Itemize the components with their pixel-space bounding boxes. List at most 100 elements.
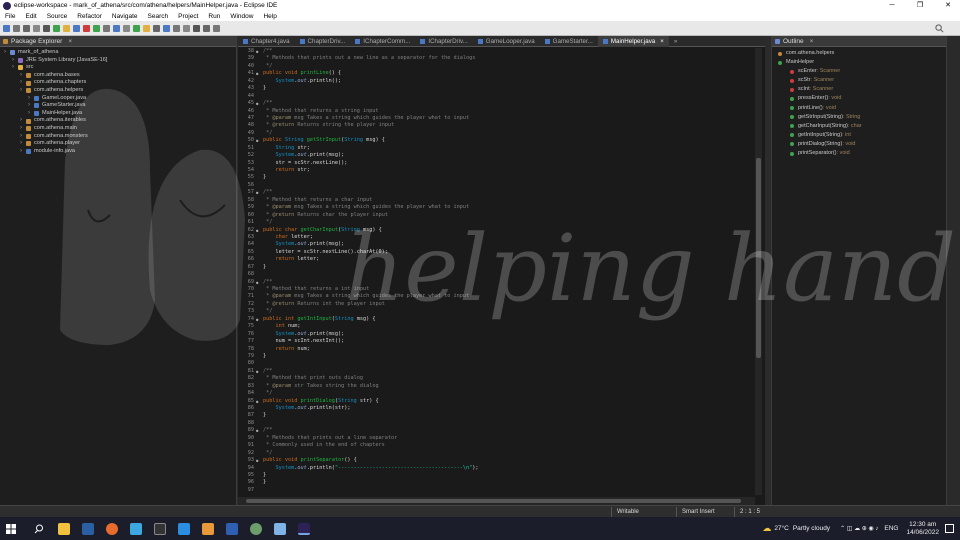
code-line[interactable]: 75 int num; — [238, 323, 755, 330]
code-line[interactable]: 52 System.out.print(msg); — [238, 152, 755, 159]
search-icon[interactable] — [935, 24, 944, 33]
menu-file[interactable]: File — [0, 13, 20, 20]
tree-item[interactable]: › com.athena.helpers — [0, 87, 236, 95]
toolbar-icon[interactable] — [173, 24, 180, 32]
toolbar-icon[interactable] — [133, 24, 140, 32]
code-line[interactable]: 68 — [238, 271, 755, 278]
word-icon[interactable] — [226, 522, 238, 535]
app-icon[interactable] — [250, 522, 262, 535]
outline-item[interactable]: printSeparator() : void — [772, 149, 946, 158]
minimize-button[interactable]: ─ — [880, 0, 904, 11]
code-line[interactable]: 69 ●/** — [238, 279, 755, 286]
code-line[interactable]: 87} — [238, 412, 755, 419]
toolbar-icon[interactable] — [113, 24, 120, 32]
toolbar-icon[interactable] — [53, 24, 60, 32]
code-line[interactable]: 58 * Method that returns a char input — [238, 197, 755, 204]
code-line[interactable]: 41 ● public void printLine() { — [238, 70, 755, 77]
toolbar-icon[interactable] — [203, 24, 210, 32]
code-line[interactable]: 51 String str; — [238, 145, 755, 152]
code-line[interactable]: 56 — [238, 182, 755, 189]
windows-start-icon[interactable] — [6, 523, 16, 534]
editor-tab[interactable]: ChapterDriv... — [295, 36, 351, 47]
menu-refactor[interactable]: Refactor — [72, 13, 107, 20]
tree-item[interactable]: › GameLooper.java — [0, 95, 236, 103]
tree-item[interactable]: › com.athena.player — [0, 140, 236, 148]
editor-tab[interactable]: GameStarter... — [540, 36, 598, 47]
tree-item[interactable]: › com.athena.iterables — [0, 117, 236, 125]
code-line[interactable]: 59 * @param msg Takes a string which gui… — [238, 204, 755, 211]
code-line[interactable]: 76 System.out.print(msg); — [238, 331, 755, 338]
firefox-icon[interactable] — [106, 522, 118, 535]
editor-tab[interactable]: IChapterDriv... — [415, 36, 472, 47]
menu-edit[interactable]: Edit — [20, 13, 41, 20]
code-line[interactable]: 62 ● public char getCharInput(String msg) … — [238, 227, 755, 234]
clock[interactable]: 12:30 am 14/06/2022 — [906, 521, 939, 537]
toolbar-icon[interactable] — [193, 24, 200, 32]
toolbar-icon[interactable] — [213, 24, 220, 32]
code-line[interactable]: 40 */ — [238, 63, 755, 70]
tree-item[interactable]: › JRE System Library [JavaSE-16] — [0, 57, 236, 65]
code-line[interactable]: 72 * @return Returns int the player inpu… — [238, 301, 755, 308]
toolbar-icon[interactable] — [43, 24, 50, 32]
toolbar-icon[interactable] — [33, 24, 40, 32]
editor-tab[interactable]: MainHelper.java × — [597, 35, 669, 47]
tree-item[interactable]: › com.athena.bases — [0, 72, 236, 80]
code-line[interactable]: 90 * Methods that prints out a line sepa… — [238, 435, 755, 442]
code-line[interactable]: 45 ●/** — [238, 100, 755, 107]
toolbar-icon[interactable] — [153, 24, 160, 32]
vscode-icon[interactable] — [178, 522, 190, 535]
code-line[interactable]: 84 */ — [238, 390, 755, 397]
outline-item[interactable]: printLine() : void — [772, 104, 946, 113]
code-line[interactable]: 54 return str; — [238, 167, 755, 174]
code-line[interactable]: 85 ● public void printDialog(String str) { — [238, 398, 755, 405]
menu-source[interactable]: Source — [42, 13, 73, 20]
close-icon[interactable]: × — [810, 38, 814, 45]
toolbar-icon[interactable] — [83, 24, 90, 32]
menu-run[interactable]: Run — [203, 13, 225, 20]
code-line[interactable]: 95} — [238, 472, 755, 479]
language-indicator[interactable]: ENG — [884, 525, 898, 532]
toolbar-icon[interactable] — [123, 24, 130, 32]
code-line[interactable]: 83 * @param str Takes string the dialog — [238, 383, 755, 390]
code-line[interactable]: 57 ●/** — [238, 189, 755, 196]
code-line[interactable]: 73 */ — [238, 308, 755, 315]
code-line[interactable]: 48 * @return Returns string the player i… — [238, 122, 755, 129]
scrollbar-thumb[interactable] — [246, 499, 741, 503]
code-line[interactable]: 61 */ — [238, 219, 755, 226]
maximize-button[interactable]: ❐ — [908, 0, 932, 11]
tree-item[interactable]: › MainHelper.java — [0, 110, 236, 118]
toolbar-icon[interactable] — [143, 24, 150, 32]
toolbar-icon[interactable] — [163, 24, 170, 32]
toolbar-icon[interactable] — [13, 24, 20, 32]
horizontal-scrollbar[interactable] — [238, 497, 755, 505]
outline-item[interactable]: MainHelper — [772, 58, 946, 67]
code-line[interactable]: 70 * Method that returns a int input — [238, 286, 755, 293]
toolbar-icon[interactable] — [183, 24, 190, 32]
package-explorer-tab[interactable]: Package Explorer × — [0, 36, 236, 47]
code-line[interactable]: 96} — [238, 479, 755, 486]
code-line[interactable]: 47 * @param msg Takes a string which gui… — [238, 115, 755, 122]
tree-item[interactable]: › src — [0, 64, 236, 72]
code-line[interactable]: 44 — [238, 93, 755, 100]
code-line[interactable]: 46 * Method that returns a string input — [238, 108, 755, 115]
tree-item[interactable]: › com.athena.monsters — [0, 133, 236, 141]
outline-item[interactable]: com.athena.helpers — [772, 49, 946, 58]
menu-window[interactable]: Window — [225, 13, 258, 20]
code-line[interactable]: 64 System.out.print(msg); — [238, 241, 755, 248]
code-line[interactable]: 81 ●/** — [238, 368, 755, 375]
editor-tab[interactable]: GameLooper.java — [473, 36, 540, 47]
code-line[interactable]: 86 System.out.println(str); — [238, 405, 755, 412]
editor-tab[interactable]: IChapterComm... — [350, 36, 415, 47]
code-line[interactable]: 88 — [238, 420, 755, 427]
code-line[interactable]: 97 — [238, 487, 755, 494]
app-icon[interactable] — [202, 522, 214, 535]
code-line[interactable]: 92 */ — [238, 450, 755, 457]
bird-app-icon[interactable] — [130, 522, 142, 535]
toolbar-icon[interactable] — [73, 24, 80, 32]
close-button[interactable]: ✕ — [936, 0, 960, 11]
app-icon[interactable] — [274, 522, 286, 535]
code-line[interactable]: 79} — [238, 353, 755, 360]
tree-item[interactable]: › mark_of_athena — [0, 49, 236, 57]
outline-item[interactable]: scEnter : Scanner — [772, 67, 946, 76]
code-line[interactable]: 71 * @param msg Takes a string which gui… — [238, 293, 755, 300]
